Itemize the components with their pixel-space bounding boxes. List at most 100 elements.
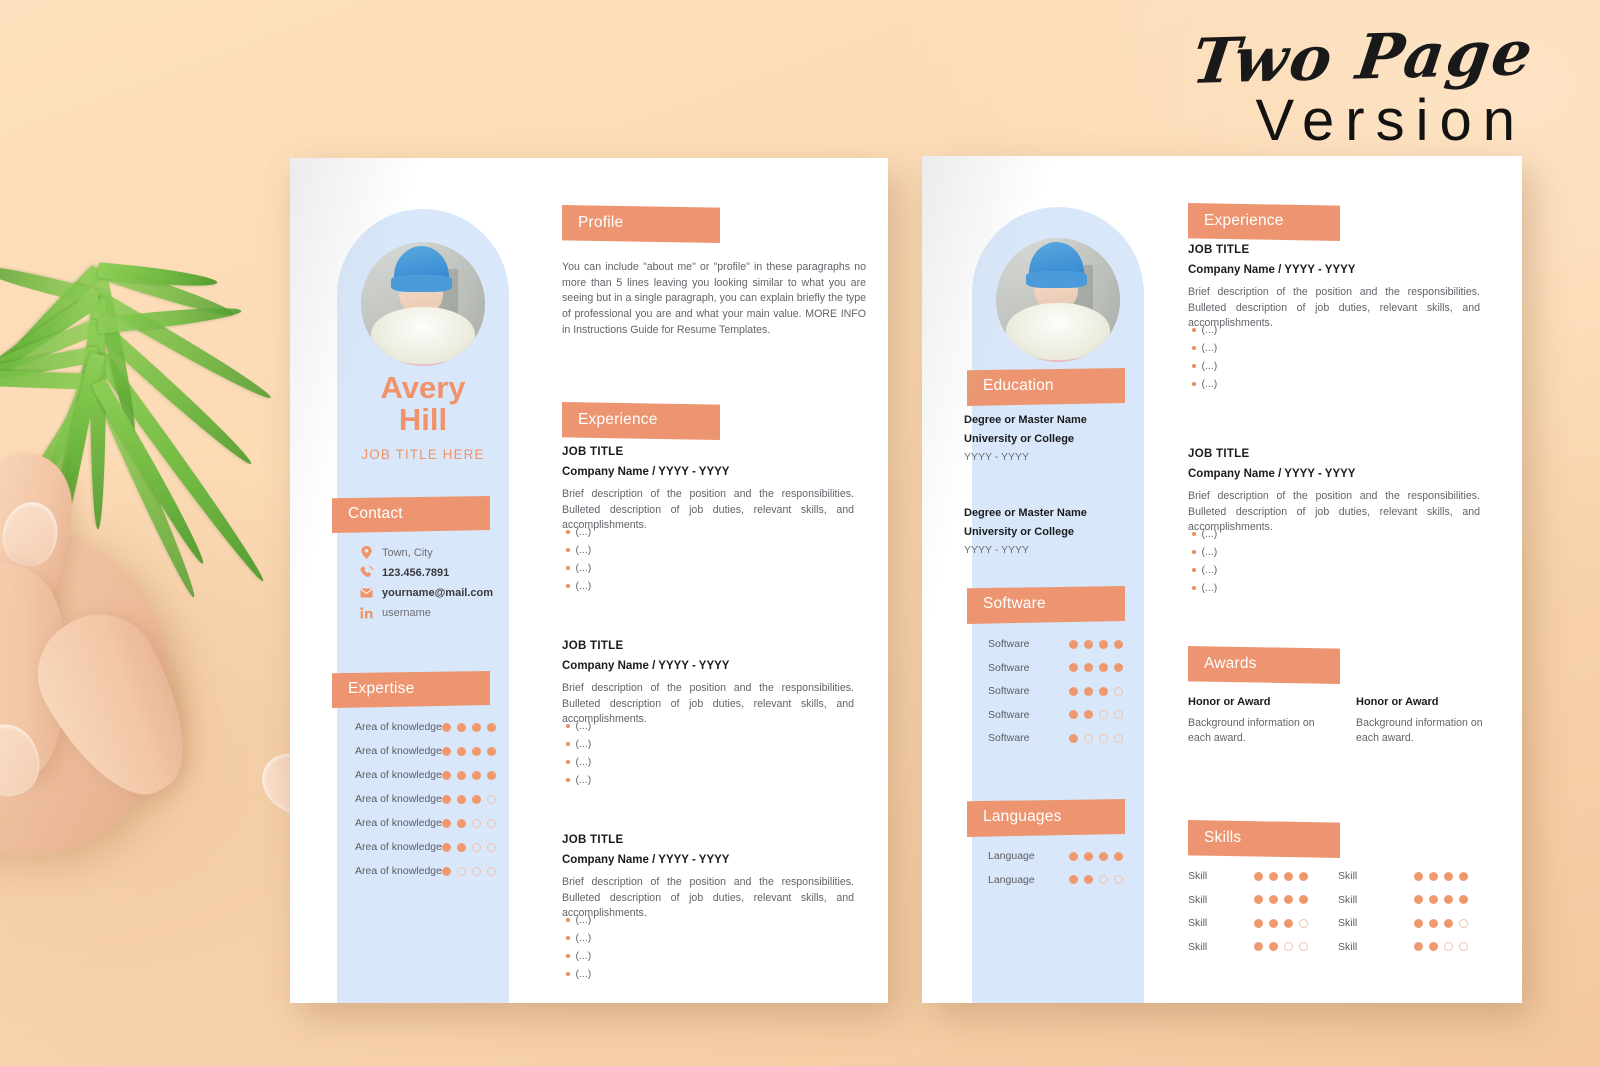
rating-dot bbox=[1459, 871, 1468, 881]
rating-row: Software bbox=[988, 685, 1123, 697]
education-years: YYYY - YYYY bbox=[964, 451, 1029, 463]
rating-row: Skill bbox=[1188, 917, 1308, 929]
bullet-item: (...) bbox=[566, 914, 591, 926]
rating-row: Skill bbox=[1338, 917, 1468, 929]
rating-dot bbox=[456, 818, 466, 828]
rating-dot bbox=[486, 818, 496, 828]
resume-page-two[interactable]: Education Degree or Master Name Universit… bbox=[922, 156, 1522, 1003]
rating-label: Skill bbox=[1338, 893, 1358, 906]
company-and-years: Company Name / YYYY - YYYY bbox=[1188, 468, 1356, 480]
bullet-item: (...) bbox=[1192, 360, 1217, 372]
education-school: University or College bbox=[964, 433, 1075, 445]
rating-row: Area of knowledge bbox=[355, 793, 496, 805]
award-description: Background information on each award. bbox=[1356, 717, 1483, 745]
bullet-marker bbox=[1192, 382, 1196, 386]
rating-label: Area of knowledge bbox=[355, 745, 442, 757]
rating-label: Area of knowledge bbox=[355, 865, 442, 877]
rating-dot bbox=[1254, 918, 1263, 928]
rating-dot bbox=[1284, 871, 1293, 881]
bullet-item: (...) bbox=[566, 580, 591, 592]
rating-label: Software bbox=[988, 661, 1030, 674]
rating-dot bbox=[1069, 639, 1078, 649]
rating-dots bbox=[441, 866, 496, 876]
fingernail bbox=[0, 497, 64, 571]
rating-dot bbox=[1429, 942, 1438, 951]
rating-dot bbox=[1459, 918, 1468, 928]
envelope-icon bbox=[360, 586, 373, 599]
bullet-text: (...) bbox=[575, 756, 592, 768]
bullet-item: (...) bbox=[1192, 564, 1217, 576]
rating-dot bbox=[456, 746, 466, 756]
rating-dots bbox=[1069, 710, 1123, 719]
rating-dot bbox=[1084, 733, 1093, 743]
rating-dot bbox=[1459, 942, 1468, 951]
rating-dot bbox=[1254, 895, 1263, 904]
bullet-marker bbox=[566, 548, 570, 552]
bullet-marker bbox=[1192, 346, 1196, 350]
bullet-text: (...) bbox=[1201, 360, 1218, 372]
rating-row: Software bbox=[988, 638, 1123, 650]
rating-dot bbox=[1414, 918, 1423, 928]
rating-dot bbox=[1269, 918, 1278, 928]
rating-dot bbox=[1414, 871, 1423, 881]
rating-dot bbox=[1084, 663, 1093, 672]
bullet-item: (...) bbox=[566, 756, 591, 768]
bullet-marker bbox=[566, 918, 570, 922]
rating-row: Language bbox=[988, 850, 1123, 862]
headline-line-one: Two Page bbox=[1188, 16, 1539, 98]
rating-dot bbox=[1254, 871, 1263, 881]
bullet-item: (...) bbox=[566, 738, 591, 750]
contact-item[interactable]: username bbox=[360, 606, 431, 619]
bullet-item: (...) bbox=[566, 544, 591, 556]
rating-dots bbox=[441, 770, 496, 780]
rating-dot bbox=[1444, 895, 1453, 904]
rating-row: Software bbox=[988, 732, 1123, 744]
rating-row: Skill bbox=[1188, 894, 1308, 906]
job-description: Brief description of the position and th… bbox=[562, 682, 854, 726]
rating-dot bbox=[471, 794, 481, 804]
job-title: JOB TITLE bbox=[1188, 448, 1250, 460]
section-heading-education: Education bbox=[967, 368, 1125, 406]
rating-dot bbox=[1444, 871, 1453, 881]
plant-decoration bbox=[0, 0, 300, 625]
contact-item[interactable]: Town, City bbox=[360, 546, 433, 559]
resume-page-one[interactable]: Avery Hill JOB TITLE HERE Contact Town, … bbox=[290, 158, 888, 1003]
bullet-text: (...) bbox=[1201, 582, 1218, 594]
rating-dots bbox=[1414, 918, 1468, 928]
rating-dot bbox=[1099, 686, 1108, 696]
rating-dot bbox=[1299, 918, 1308, 928]
linkedin-icon bbox=[360, 606, 373, 619]
bullet-text: (...) bbox=[575, 738, 592, 750]
section-heading-profile: Profile bbox=[562, 205, 720, 243]
rating-row: Area of knowledge bbox=[355, 865, 496, 877]
rating-dot bbox=[1114, 733, 1123, 743]
rating-dot bbox=[441, 746, 451, 756]
bullet-marker bbox=[1192, 568, 1196, 572]
phone-icon bbox=[360, 566, 373, 579]
rating-dot bbox=[471, 770, 481, 780]
rating-dot bbox=[1459, 895, 1468, 904]
rating-dot bbox=[441, 818, 451, 828]
rating-label: Skill bbox=[1188, 893, 1208, 906]
contact-item[interactable]: yourname@mail.com bbox=[360, 586, 493, 599]
bullet-marker bbox=[566, 742, 570, 746]
rating-dot bbox=[1099, 875, 1108, 884]
rating-row: Area of knowledge bbox=[355, 841, 496, 853]
bullet-text: (...) bbox=[1201, 546, 1218, 558]
bullet-item: (...) bbox=[1192, 582, 1217, 594]
rating-row: Skill bbox=[1338, 894, 1468, 906]
candidate-first-name: Avery bbox=[380, 370, 466, 405]
bullet-marker bbox=[566, 566, 570, 570]
bullet-text: (...) bbox=[575, 774, 592, 786]
avatar bbox=[361, 242, 485, 366]
award-title: Honor or Award bbox=[1356, 696, 1439, 708]
rating-dot bbox=[471, 866, 481, 876]
contact-item[interactable]: 123.456.7891 bbox=[360, 566, 449, 579]
rating-label: Skill bbox=[1338, 940, 1358, 953]
education-years: YYYY - YYYY bbox=[964, 544, 1029, 556]
rating-dot bbox=[486, 746, 496, 756]
rating-label: Area of knowledge bbox=[355, 841, 442, 853]
rating-dots bbox=[1254, 871, 1308, 881]
rating-dot bbox=[471, 746, 481, 756]
bullet-text: (...) bbox=[575, 914, 592, 926]
